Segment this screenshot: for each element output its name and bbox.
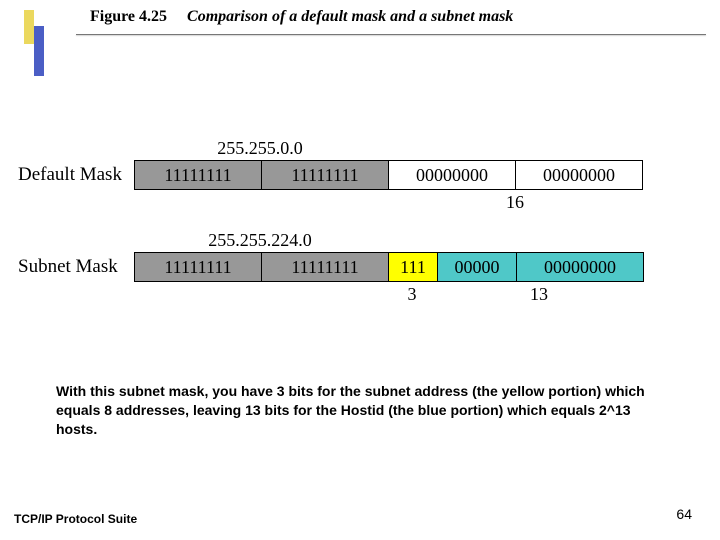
host-bits: 00000000: [516, 253, 643, 281]
subnet-mask-bits: 11111111 11111111 111 00000 00000000: [134, 252, 644, 282]
default-mask-bits: 11111111 11111111 00000000 00000000: [134, 160, 643, 190]
bit-octet: 00000000: [515, 161, 642, 189]
host-bits: 00000: [437, 253, 516, 281]
host-bit-count: 13: [436, 284, 642, 305]
default-mask-value: 255.255.0.0: [134, 138, 386, 159]
subnet-mask-value: 255.255.224.0: [134, 230, 386, 251]
subnet-bits: 111: [388, 253, 437, 281]
title-rule: [76, 34, 706, 35]
figure-number: Figure 4.25: [90, 8, 167, 25]
bit-octet: 00000000: [388, 161, 515, 189]
bit-octet: 11111111: [135, 161, 261, 189]
bit-octet: 11111111: [261, 253, 388, 281]
figure-caption: Comparison of a default mask and a subne…: [187, 8, 513, 25]
bit-octet: 11111111: [135, 253, 261, 281]
bit-octet: 11111111: [261, 161, 388, 189]
default-hostid-bits: 16: [388, 192, 642, 213]
mask-diagram: 255.255.0.0 Default Mask 11111111 111111…: [18, 136, 704, 306]
subnet-mask-label: Subnet Mask: [18, 256, 134, 278]
page-number: 64: [676, 506, 692, 522]
explanation-note: With this subnet mask, you have 3 bits f…: [56, 382, 660, 439]
footer-source: TCP/IP Protocol Suite: [14, 512, 137, 526]
slide-bullet-deco: [24, 10, 44, 60]
figure-title: Figure 4.25 Comparison of a default mask…: [90, 8, 513, 26]
subnet-bit-count: 3: [388, 284, 436, 305]
default-mask-label: Default Mask: [18, 164, 134, 186]
